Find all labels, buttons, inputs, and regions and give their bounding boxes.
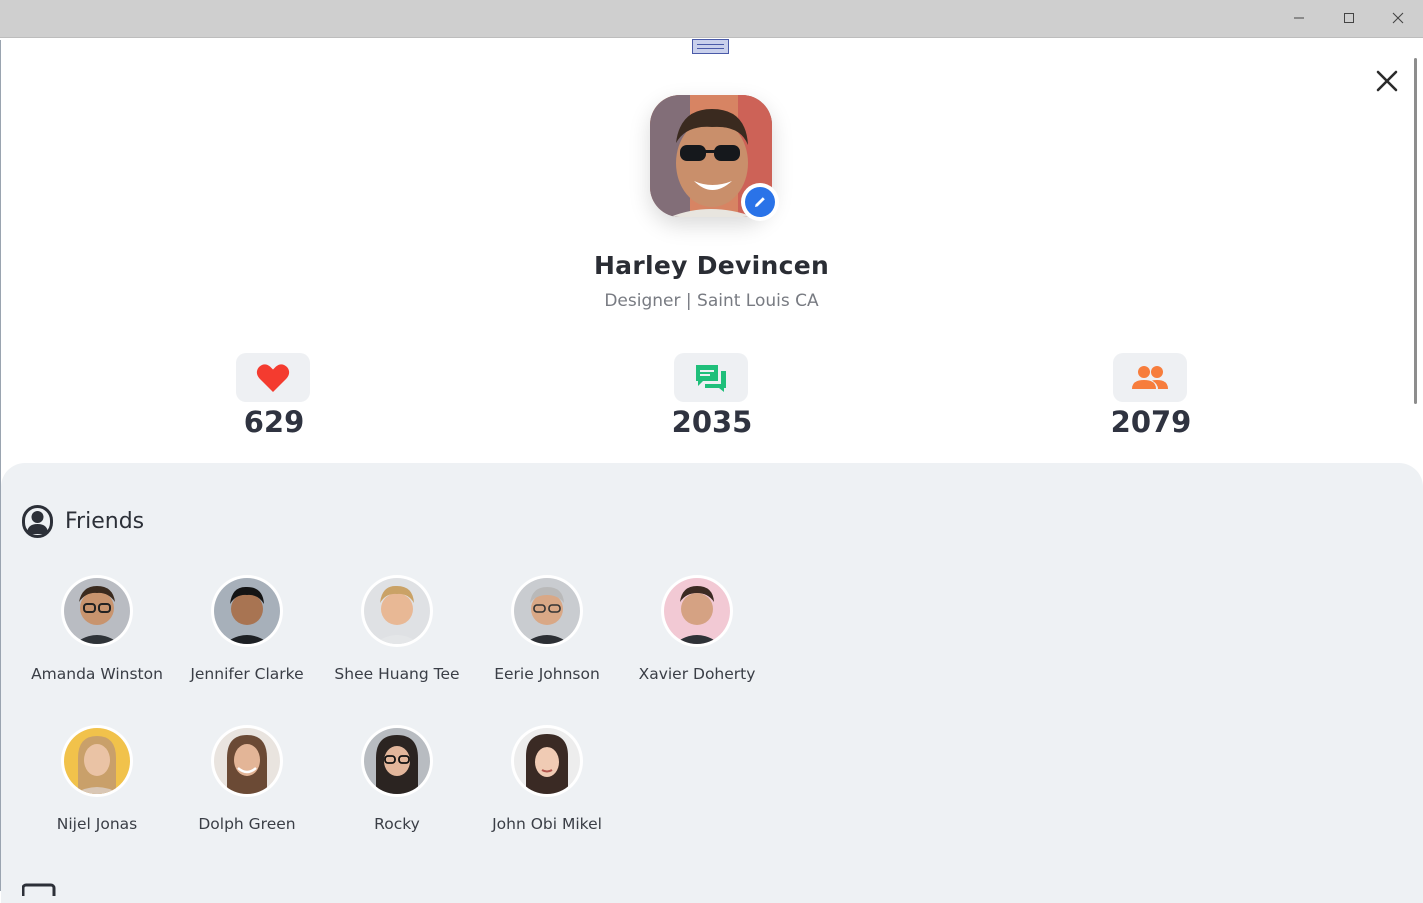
friend-card[interactable]: Shee Huang Tee	[322, 575, 472, 683]
edit-avatar-button[interactable]	[741, 183, 779, 221]
friend-avatar	[364, 728, 430, 794]
people-icon	[1132, 365, 1168, 389]
friend-card[interactable]: Nijel Jonas	[22, 725, 172, 833]
friend-avatar	[514, 728, 580, 794]
friends-title: Friends	[65, 509, 145, 534]
friend-avatar	[364, 578, 430, 644]
pencil-icon	[755, 197, 765, 207]
profile-subtitle: Designer | Saint Louis CA	[604, 291, 819, 311]
friend-card[interactable]: Amanda Winston	[22, 575, 172, 683]
friend-name: Dolph Green	[198, 815, 296, 833]
likes-count: 629	[243, 405, 305, 439]
friend-avatar	[64, 578, 130, 644]
heart-icon	[256, 363, 290, 392]
maximize-button[interactable]	[1326, 4, 1372, 32]
friends-header: Friends	[22, 505, 144, 538]
window-close-button[interactable]	[1375, 4, 1421, 32]
friend-card[interactable]: Rocky	[322, 725, 472, 833]
photo-icon	[22, 883, 56, 896]
chat-icon	[696, 364, 726, 392]
friend-name: Amanda Winston	[31, 665, 163, 683]
likes-button[interactable]	[236, 353, 310, 402]
messages-count: 2035	[671, 405, 753, 439]
friend-name: John Obi Mikel	[492, 815, 602, 833]
friend-name: Eerie Johnson	[494, 665, 600, 683]
maximize-icon	[1344, 13, 1354, 23]
friend-name: Rocky	[374, 815, 420, 833]
friend-name: Xavier Doherty	[638, 665, 756, 683]
minimize-icon	[1294, 17, 1304, 19]
friend-name: Shee Huang Tee	[334, 665, 460, 683]
friend-avatar	[664, 578, 730, 644]
friend-card[interactable]: Xavier Doherty	[622, 575, 772, 683]
drag-handle[interactable]	[692, 39, 729, 54]
followers-count: 2079	[1110, 405, 1192, 439]
friend-avatar	[214, 578, 280, 644]
close-icon	[1376, 70, 1398, 92]
scrollbar-thumb[interactable]	[1414, 58, 1417, 404]
person-icon	[22, 505, 53, 538]
minimize-button[interactable]	[1276, 4, 1322, 32]
friend-name: Nijel Jonas	[56, 815, 138, 833]
close-icon	[1392, 12, 1404, 24]
friend-avatar	[514, 578, 580, 644]
followers-button[interactable]	[1113, 353, 1187, 402]
friend-card[interactable]: John Obi Mikel	[472, 725, 622, 833]
friend-card[interactable]: Eerie Johnson	[472, 575, 622, 683]
friends-panel	[1, 463, 1423, 903]
friend-avatar	[64, 728, 130, 794]
profile-name: Harley Devincen	[593, 251, 830, 280]
window-titlebar[interactable]	[0, 0, 1423, 38]
messages-button[interactable]	[674, 353, 748, 402]
friend-name: Jennifer Clarke	[190, 665, 304, 683]
friend-card[interactable]: Dolph Green	[172, 725, 322, 833]
grip-icon	[697, 44, 724, 49]
friend-card[interactable]: Jennifer Clarke	[172, 575, 322, 683]
friend-avatar	[214, 728, 280, 794]
close-profile-button[interactable]	[1372, 66, 1402, 96]
